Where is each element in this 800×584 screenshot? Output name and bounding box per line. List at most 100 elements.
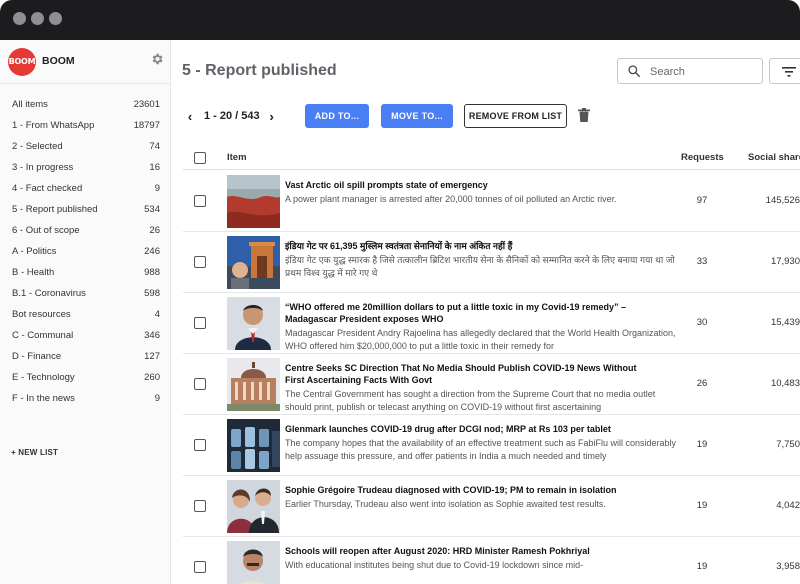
items-table: Vast Arctic oil spill prompts state of e…: [183, 171, 800, 584]
item-title[interactable]: इंडिया गेट पर 61,395 मुस्लिम स्वतंत्रता …: [285, 240, 645, 252]
sidebar-item-coronavirus[interactable]: B.1 - Coronavirus 598: [0, 283, 171, 304]
item-title[interactable]: Glenmark launches COVID-19 drug after DC…: [285, 423, 645, 435]
window-zoom-dot[interactable]: [49, 12, 62, 25]
sidebar-item-label: All items: [12, 99, 48, 110]
requests-count: 97: [696, 195, 708, 206]
sidebar-item-count: 74: [149, 141, 160, 152]
sidebar-item-label: 5 - Report published: [12, 204, 98, 215]
brand-header: BOOM BOOM: [0, 40, 171, 84]
page-range: 1 - 20 / 543: [204, 110, 260, 122]
sidebar-item-report-published[interactable]: 5 - Report published 534: [0, 199, 171, 220]
app-window: BOOM BOOM All items 23601 1 - From WhatsA…: [0, 40, 800, 584]
window-titlebar: [0, 0, 800, 40]
sidebar-item-label: F - In the news: [12, 393, 75, 404]
table-row[interactable]: Sophie Grégoire Trudeau diagnosed with C…: [183, 476, 800, 537]
requests-count: 33: [696, 256, 708, 267]
item-title[interactable]: Centre Seeks SC Direction That No Media …: [285, 362, 645, 386]
window-close-dot[interactable]: [13, 12, 26, 25]
sidebar-item-all-items[interactable]: All items 23601: [0, 94, 171, 115]
table-row[interactable]: Centre Seeks SC Direction That No Media …: [183, 354, 800, 415]
item-thumbnail: [227, 419, 280, 472]
row-checkbox[interactable]: [194, 317, 206, 329]
sidebar-item-out-of-scope[interactable]: 6 - Out of scope 26: [0, 220, 171, 241]
gear-icon[interactable]: [148, 52, 166, 70]
sidebar-item-technology[interactable]: E - Technology 260: [0, 367, 171, 388]
item-thumbnail: [227, 236, 280, 289]
table-row[interactable]: इंडिया गेट पर 61,395 मुस्लिम स्वतंत्रता …: [183, 232, 800, 293]
trash-icon[interactable]: [578, 108, 590, 122]
sidebar-item-label: 6 - Out of scope: [12, 225, 80, 236]
sidebar-item-politics[interactable]: A - Politics 246: [0, 241, 171, 262]
remove-from-list-button[interactable]: REMOVE FROM LIST: [464, 104, 567, 128]
sidebar-item-count: 598: [144, 288, 160, 299]
search-icon: [628, 65, 640, 77]
sidebar-item-label: C - Communal: [12, 330, 74, 341]
item-description: A power plant manager is arrested after …: [285, 194, 617, 204]
item-description: इंडिया गेट एक युद्ध स्मारक है जिसे तत्का…: [285, 255, 675, 278]
sidebar-item-label: B.1 - Coronavirus: [12, 288, 86, 299]
chevron-left-icon[interactable]: ‹: [184, 109, 196, 124]
sidebar-item-fact-checked[interactable]: 4 - Fact checked 9: [0, 178, 171, 199]
sidebar-item-count: 534: [144, 204, 160, 215]
new-list-button[interactable]: + NEW LIST: [11, 448, 58, 457]
sidebar-item-health[interactable]: B - Health 988: [0, 262, 171, 283]
sidebar-item-bot-resources[interactable]: Bot resources 4: [0, 304, 171, 325]
sidebar-item-count: 127: [144, 351, 160, 362]
row-checkbox[interactable]: [194, 378, 206, 390]
column-header-social-shares[interactable]: Social shares: [748, 152, 800, 163]
sidebar-item-count: 18797: [133, 120, 160, 131]
item-description: With educational institutes being shut d…: [285, 560, 584, 570]
sidebar-item-from-whatsapp[interactable]: 1 - From WhatsApp 18797: [0, 115, 171, 136]
supreme-court-image: [227, 358, 280, 411]
row-checkbox[interactable]: [194, 439, 206, 451]
sidebar-item-count: 260: [144, 372, 160, 383]
main-panel: 5 - Report published ‹ 1 - 20 / 543 › AD…: [172, 40, 800, 584]
sidebar-item-selected[interactable]: 2 - Selected 74: [0, 136, 171, 157]
table-header: Item Requests Social shares: [183, 148, 800, 170]
item-title[interactable]: “WHO offered me 20million dollars to put…: [285, 301, 645, 325]
sidebar-item-in-progress[interactable]: 3 - In progress 16: [0, 157, 171, 178]
sidebar-item-count: 988: [144, 267, 160, 278]
table-row[interactable]: “WHO offered me 20million dollars to put…: [183, 293, 800, 354]
item-title[interactable]: Schools will reopen after August 2020: H…: [285, 545, 645, 557]
select-all-checkbox[interactable]: [194, 152, 206, 164]
brand-name: BOOM: [42, 55, 75, 67]
row-checkbox[interactable]: [194, 195, 206, 207]
madagascar-president-image: [227, 297, 280, 350]
item-thumbnail: [227, 297, 280, 350]
row-checkbox[interactable]: [194, 500, 206, 512]
item-title[interactable]: Sophie Grégoire Trudeau diagnosed with C…: [285, 484, 645, 496]
table-row[interactable]: Vast Arctic oil spill prompts state of e…: [183, 171, 800, 232]
requests-count: 19: [696, 500, 708, 511]
add-to-button[interactable]: ADD TO...: [305, 104, 369, 128]
item-description: Madagascar President Andry Rajoelina has…: [285, 328, 676, 351]
table-row[interactable]: Glenmark launches COVID-19 drug after DC…: [183, 415, 800, 476]
sidebar-item-count: 16: [149, 162, 160, 173]
sidebar-item-label: 3 - In progress: [12, 162, 74, 173]
table-row[interactable]: Schools will reopen after August 2020: H…: [183, 537, 800, 584]
search-input[interactable]: [650, 63, 750, 80]
requests-count: 26: [696, 378, 708, 389]
search-box[interactable]: [617, 58, 763, 84]
sidebar-item-label: D - Finance: [12, 351, 62, 362]
item-title[interactable]: Vast Arctic oil spill prompts state of e…: [285, 179, 645, 191]
sidebar-item-label: 2 - Selected: [12, 141, 63, 152]
list-nav: All items 23601 1 - From WhatsApp 18797 2 …: [0, 94, 171, 409]
sidebar-item-in-the-news[interactable]: F - In the news 9: [0, 388, 171, 409]
minister-image: [227, 541, 280, 584]
row-checkbox[interactable]: [194, 256, 206, 268]
sidebar-item-communal[interactable]: C - Communal 346: [0, 325, 171, 346]
filter-button[interactable]: [769, 58, 800, 84]
filter-icon: [782, 67, 796, 77]
chevron-right-icon[interactable]: ›: [266, 109, 278, 124]
row-checkbox[interactable]: [194, 561, 206, 573]
page-title: 5 - Report published: [182, 62, 337, 79]
window-minimize-dot[interactable]: [31, 12, 44, 25]
requests-count: 19: [696, 439, 708, 450]
trudeau-couple-image: [227, 480, 280, 533]
move-to-button[interactable]: MOVE TO...: [381, 104, 453, 128]
column-header-requests[interactable]: Requests: [681, 152, 724, 163]
sidebar-item-finance[interactable]: D - Finance 127: [0, 346, 171, 367]
medicine-vials-image: [227, 419, 280, 472]
item-description: Earlier Thursday, Trudeau also went into…: [285, 499, 606, 509]
